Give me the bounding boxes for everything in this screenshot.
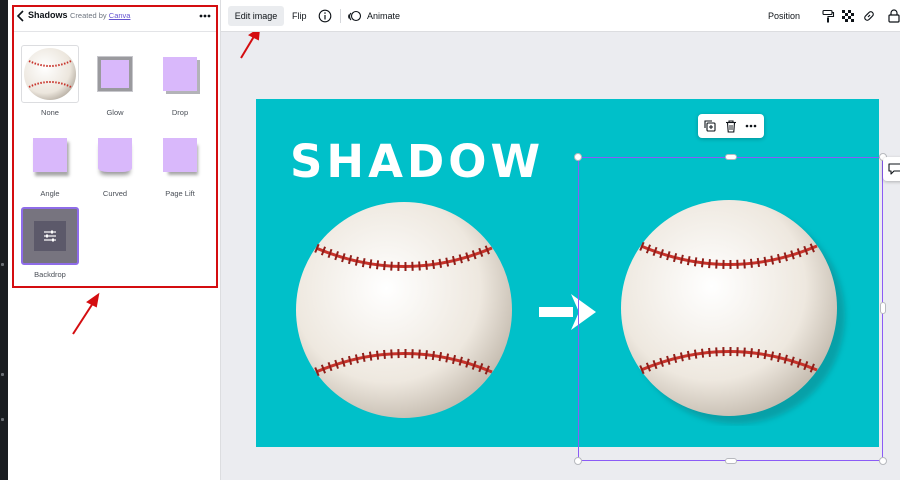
animate-label: Animate [367,11,401,21]
duplicate-icon[interactable] [703,119,717,133]
resize-handle-bottom-right[interactable] [879,457,887,465]
paint-roller-icon[interactable] [821,9,835,23]
headline-text[interactable]: SHADOW [290,135,544,188]
canva-editor: Shadows Created by Canva None Glow Drop … [0,0,900,480]
top-toolbar: Edit image Flip Animate Position [221,0,900,32]
annotation-arrow-line [72,299,96,335]
comment-button[interactable] [883,157,900,181]
info-icon[interactable] [318,9,332,23]
annotation-arrow-head [86,292,100,308]
transparency-icon[interactable] [841,9,855,23]
animate-button[interactable]: Animate [348,6,400,26]
link-icon[interactable] [862,9,876,23]
edit-image-button[interactable]: Edit image [228,6,284,26]
comment-icon [888,163,900,175]
animate-icon [348,10,362,22]
resize-handle-bottom-left[interactable] [574,457,582,465]
resize-handle-bottom[interactable] [725,458,737,464]
position-button[interactable]: Position [768,6,800,26]
baseball-image-original[interactable] [294,200,514,420]
lock-icon[interactable] [887,9,900,23]
resize-handle-right[interactable] [880,302,886,314]
toolbar-divider [340,9,341,23]
resize-handle-top[interactable] [725,154,737,160]
flip-button[interactable]: Flip [292,6,307,26]
more-horizontal-icon[interactable] [744,119,758,133]
selection-box[interactable] [578,157,883,461]
element-floating-toolbar [698,114,764,138]
trash-icon[interactable] [724,119,738,133]
resize-handle-top-left[interactable] [574,153,582,161]
